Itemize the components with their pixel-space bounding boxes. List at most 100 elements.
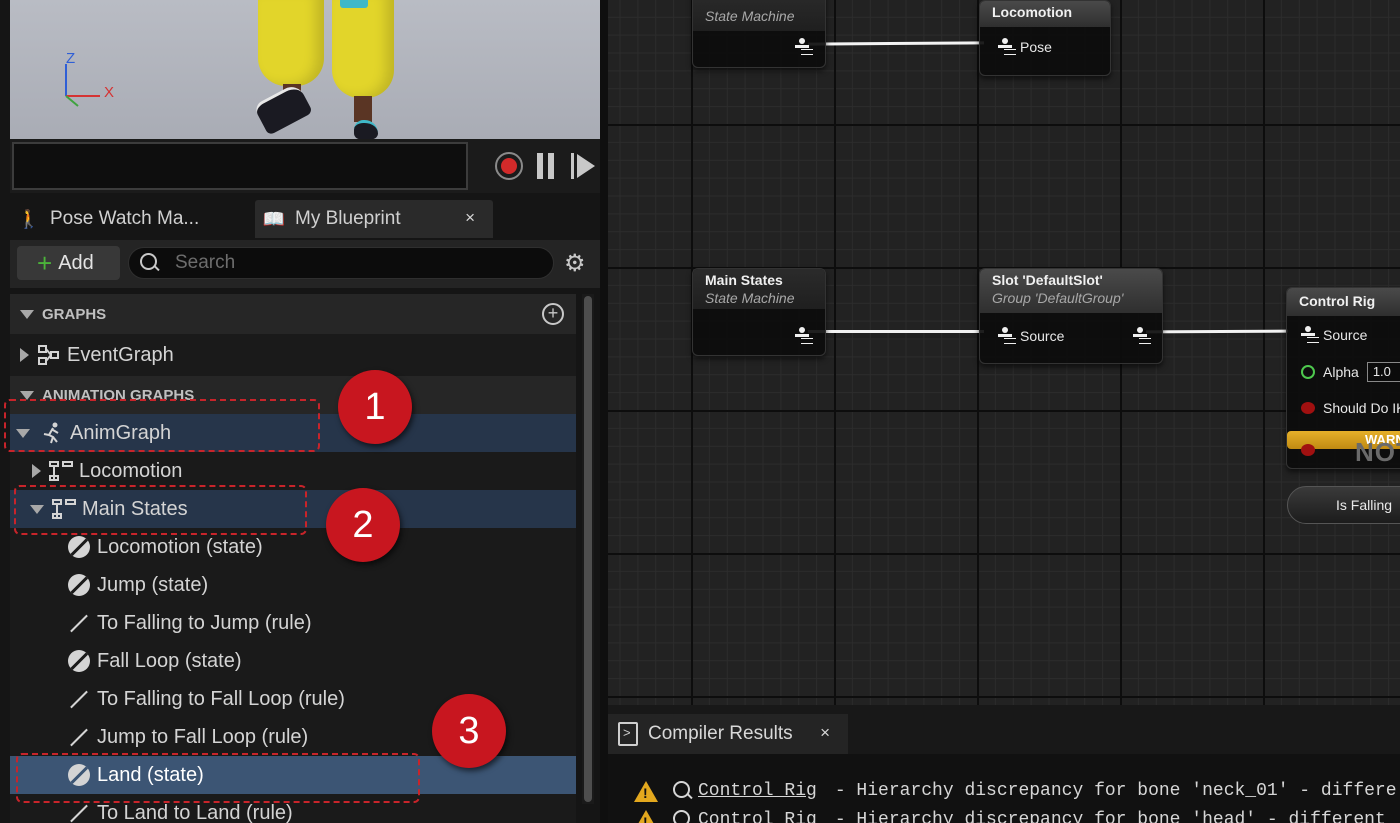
state-icon <box>67 763 91 787</box>
input-source-pin[interactable]: Source <box>998 327 1064 345</box>
pause-button[interactable] <box>537 153 555 179</box>
should-do-ik-pin[interactable]: Should Do IK <box>1301 400 1400 416</box>
tree-item-label: Land (state) <box>97 763 204 786</box>
timeline-track[interactable] <box>12 142 468 190</box>
tree-item-label: Locomotion (state) <box>97 535 263 558</box>
pose-watch-icon: 🚶 <box>17 208 41 229</box>
tree-item-animgraph[interactable]: AnimGraph <box>10 414 576 452</box>
tab-pose-watch[interactable]: 🚶 Pose Watch Ma... <box>10 200 250 238</box>
tree-item-rule[interactable]: To Falling to Jump (rule) <box>10 604 576 642</box>
tab-compiler-results[interactable]: Compiler Results × <box>608 714 848 754</box>
search-input[interactable] <box>175 252 515 274</box>
chevron-down-icon <box>30 504 44 514</box>
pose-pin-icon <box>998 327 1012 345</box>
close-icon[interactable]: × <box>465 208 475 228</box>
graphs-header: GRAPHS <box>42 305 107 323</box>
chevron-down-icon <box>20 309 34 319</box>
pin-label: Source <box>1323 327 1368 343</box>
locomotion-node[interactable]: Locomotion Pose <box>979 0 1111 76</box>
tree-scrollbar[interactable] <box>582 294 594 804</box>
is-falling-node[interactable]: Is Falling <box>1287 486 1400 524</box>
pose-pin-icon <box>1133 327 1147 345</box>
close-icon[interactable]: × <box>820 723 830 743</box>
tree-item-label: Locomotion <box>79 459 183 482</box>
state-machine-node-top[interactable]: State Machine <box>692 0 826 68</box>
compiler-message: Control Rig - Hierarchy discrepancy for … <box>634 807 1386 823</box>
tree-item-state[interactable]: Jump (state) <box>10 566 576 604</box>
event-graph-icon <box>37 343 61 367</box>
tab-my-blueprint-label: My Blueprint <box>295 208 401 229</box>
plus-icon: + <box>37 248 53 278</box>
transition-rule-icon <box>67 801 91 823</box>
scrollbar-thumb[interactable] <box>584 296 592 802</box>
chevron-right-icon <box>32 464 41 478</box>
output-pose-pin[interactable] <box>795 38 817 56</box>
animation-viewport[interactable]: Z X <box>10 0 600 139</box>
message-text: - Hierarchy discrepancy for bone 'neck_0… <box>834 781 1397 801</box>
main-states-node[interactable]: Main States State Machine <box>692 268 826 356</box>
search-icon[interactable] <box>672 809 694 823</box>
output-pose-pin[interactable] <box>795 327 817 345</box>
node-subtitle: State Machine <box>705 8 795 24</box>
tree-item-eventgraph[interactable]: EventGraph <box>10 336 576 374</box>
state-icon <box>67 535 91 559</box>
tree-item-state[interactable]: Locomotion (state) <box>10 528 576 566</box>
warning-icon <box>634 809 658 823</box>
character-left-leg <box>258 0 324 86</box>
pose-pin-icon <box>998 38 1012 56</box>
panel-tabs: 🚶 Pose Watch Ma... 📖 My Blueprint × <box>0 196 600 238</box>
tree-item-label: Jump (state) <box>97 573 209 596</box>
character-right-shin <box>354 96 372 122</box>
tab-pose-watch-label: Pose Watch Ma... <box>50 208 200 229</box>
alpha-pin[interactable]: Alpha 1.0 <box>1301 362 1400 382</box>
pose-pin-icon <box>795 327 809 345</box>
control-rig-node[interactable]: Control Rig Source Alpha 1.0 Should Do IK… <box>1286 287 1400 469</box>
blueprint-toolbar: + Add ⚙ <box>10 240 600 288</box>
annotation-badge-1: 1 <box>338 370 412 444</box>
input-source-pin[interactable]: Source <box>1301 326 1367 344</box>
graphs-category[interactable]: GRAPHS + <box>10 294 576 334</box>
tree-item-state-selected[interactable]: Land (state) <box>10 756 576 794</box>
axis-x-label: X <box>104 84 115 101</box>
node-title: Control Rig <box>1299 293 1376 309</box>
left-panel: Z X 🚶 Pose Watch Ma... 📖 My Blueprint × <box>0 0 600 823</box>
node-title: Main States <box>705 272 783 288</box>
float-pin-icon <box>1301 365 1315 379</box>
node-title: Is Falling <box>1336 497 1393 513</box>
input-pose-pin[interactable]: Pose <box>998 38 1052 56</box>
add-graph-icon[interactable]: + <box>542 303 564 325</box>
node-title: Slot 'DefaultSlot' <box>992 272 1103 288</box>
bool-pin-icon[interactable] <box>1301 444 1315 456</box>
tree-item-rule[interactable]: To Land to Land (rule) <box>10 794 576 823</box>
anim-graph-canvas[interactable]: State Machine Locomotion Pose Main State… <box>608 0 1400 705</box>
search-box[interactable] <box>128 247 554 279</box>
message-link[interactable]: Control Rig <box>698 781 817 801</box>
output-pose-pin[interactable] <box>1133 327 1155 345</box>
tree-item-label: To Land to Land (rule) <box>97 801 293 823</box>
search-icon[interactable] <box>672 780 694 802</box>
pose-pin-icon <box>1301 326 1315 344</box>
state-machine-icon <box>49 459 73 483</box>
gear-icon[interactable]: ⚙ <box>564 251 586 275</box>
tab-my-blueprint[interactable]: 📖 My Blueprint × <box>255 200 493 238</box>
tree-item-locomotion[interactable]: Locomotion <box>10 452 576 490</box>
alpha-value-input[interactable]: 1.0 <box>1366 362 1400 382</box>
compiler-message: Control Rig - Hierarchy discrepancy for … <box>634 778 1397 804</box>
animation-graphs-header: ANIMATION GRAPHS <box>42 386 195 404</box>
step-forward-button[interactable] <box>571 153 595 179</box>
pin-label: Alpha <box>1323 364 1359 380</box>
tree-item-main-states[interactable]: Main States <box>10 490 576 528</box>
pin-label: Source <box>1020 328 1065 344</box>
message-link[interactable]: Control Rig <box>698 810 817 823</box>
tree-item-label: Fall Loop (state) <box>97 649 242 672</box>
record-button[interactable] <box>495 152 523 180</box>
tree-item-label: AnimGraph <box>70 421 172 444</box>
animation-graphs-category[interactable]: ANIMATION GRAPHS <box>10 376 576 414</box>
node-title: Locomotion <box>992 4 1073 20</box>
transition-rule-icon <box>67 725 91 749</box>
tree-item-label: To Falling to Fall Loop (rule) <box>97 687 345 710</box>
transition-rule-icon <box>67 687 91 711</box>
tree-item-state[interactable]: Fall Loop (state) <box>10 642 576 680</box>
add-button[interactable]: + Add <box>17 246 120 280</box>
slot-node[interactable]: Slot 'DefaultSlot' Group 'DefaultGroup' S… <box>979 268 1163 364</box>
